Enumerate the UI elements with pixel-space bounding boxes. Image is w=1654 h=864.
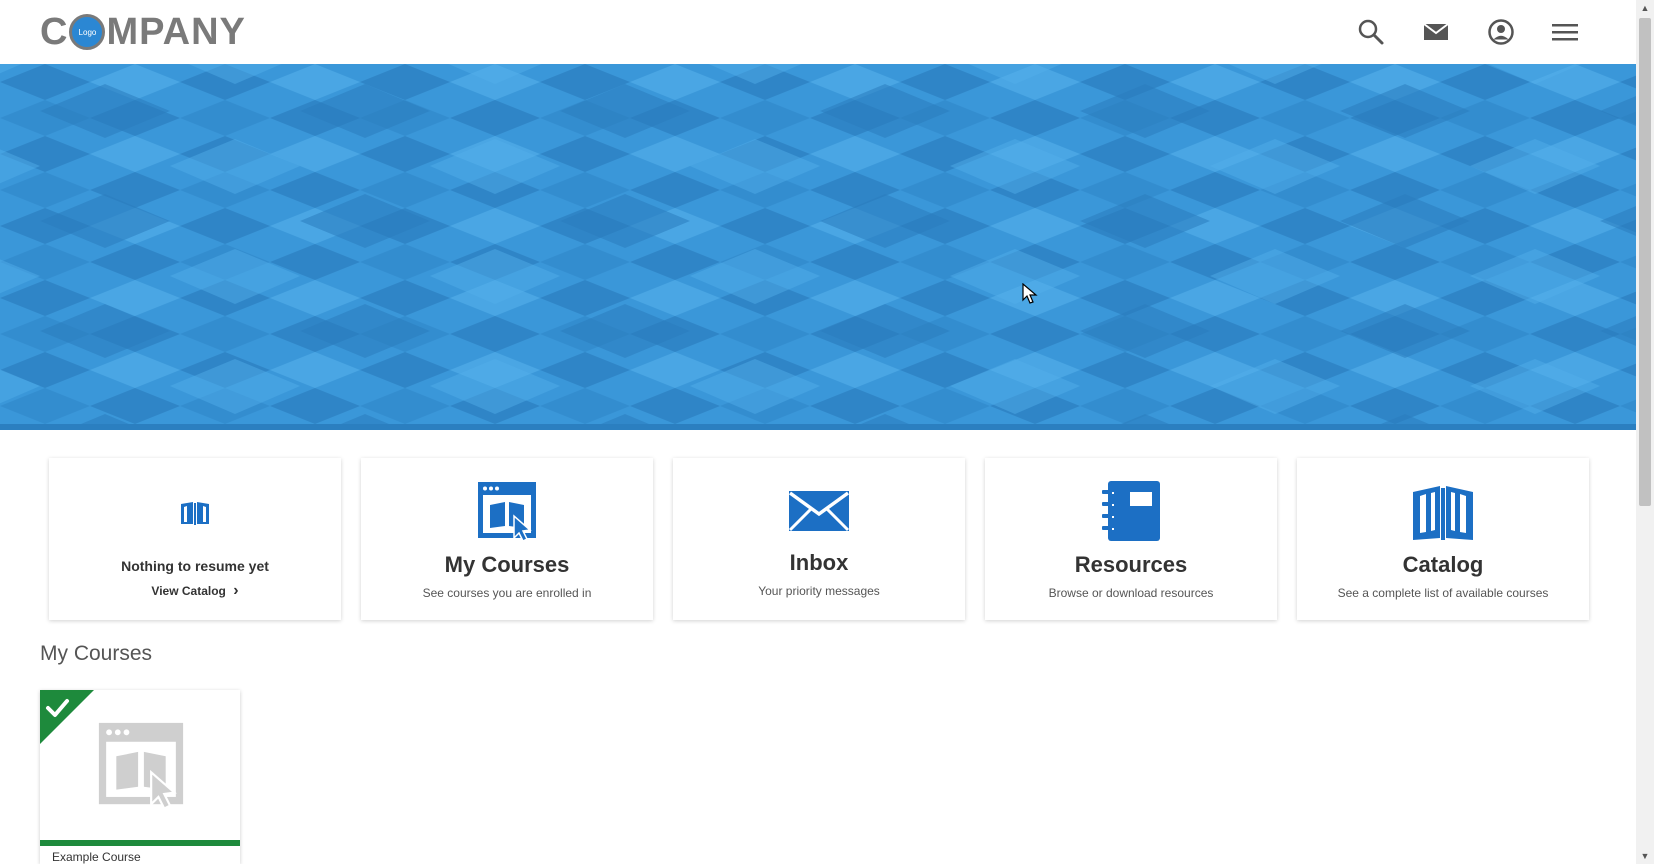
quick-link-tiles: Nothing to resume yet View Catalog › My … <box>49 458 1589 620</box>
mail-icon[interactable] <box>1421 17 1451 47</box>
banner-diamond-pattern <box>0 64 1636 430</box>
resume-tile[interactable]: Nothing to resume yet View Catalog › <box>49 458 341 620</box>
course-progress-bar <box>40 840 240 846</box>
resources-title: Resources <box>1074 552 1188 577</box>
logo-text-end: MPANY <box>106 10 246 53</box>
my-courses-tile[interactable]: My Courses See courses you are enrolled … <box>361 458 653 620</box>
my-courses-section-title: My Courses <box>40 642 153 665</box>
hero-banner <box>0 64 1636 430</box>
scroll-down-arrow-icon[interactable]: ▼ <box>1636 848 1654 864</box>
mouse-cursor-icon <box>1022 283 1038 304</box>
scroll-up-arrow-icon[interactable]: ▲ <box>1636 0 1654 16</box>
chevron-right-icon: › <box>233 582 239 599</box>
inbox-subtitle: Your priority messages <box>758 584 880 598</box>
view-catalog-label: View Catalog <box>151 584 226 598</box>
catalog-subtitle: See a complete list of available courses <box>1337 586 1549 600</box>
view-catalog-link[interactable]: View Catalog › <box>49 582 341 600</box>
catalog-tile[interactable]: Catalog See a complete list of available… <box>1297 458 1589 620</box>
completed-corner-badge <box>40 690 94 744</box>
vertical-scrollbar[interactable]: ▲ ▼ <box>1636 0 1654 864</box>
search-icon[interactable] <box>1356 17 1386 47</box>
resume-title: Nothing to resume yet <box>121 558 269 574</box>
top-header: C Logo MPANY <box>0 0 1636 64</box>
course-name: Example Course <box>52 850 141 864</box>
inbox-tile[interactable]: Inbox Your priority messages <box>673 458 965 620</box>
logo-text-start: C <box>40 10 69 53</box>
course-window-icon <box>361 480 653 542</box>
book-icon <box>49 500 341 526</box>
menu-icon[interactable] <box>1550 17 1580 47</box>
inbox-title: Inbox <box>789 550 849 575</box>
lms-home-page: C Logo MPANY Nothing to resume yet View … <box>0 0 1654 864</box>
catalog-title: Catalog <box>1402 552 1484 577</box>
scroll-thumb[interactable] <box>1639 18 1651 506</box>
company-logo[interactable]: C Logo MPANY <box>40 10 246 54</box>
my-courses-title: My Courses <box>444 552 570 577</box>
resources-subtitle: Browse or download resources <box>1048 586 1214 600</box>
open-book-icon <box>1297 484 1589 542</box>
logo-badge-text: Logo <box>78 27 97 37</box>
logo-badge: Logo <box>69 14 106 50</box>
course-placeholder-icon <box>98 722 184 810</box>
my-courses-subtitle: See courses you are enrolled in <box>422 586 592 600</box>
course-card[interactable]: Example Course <box>40 690 240 864</box>
notebook-icon <box>985 480 1277 542</box>
account-icon[interactable] <box>1486 17 1516 47</box>
resources-tile[interactable]: Resources Browse or download resources <box>985 458 1277 620</box>
envelope-icon <box>673 490 965 532</box>
